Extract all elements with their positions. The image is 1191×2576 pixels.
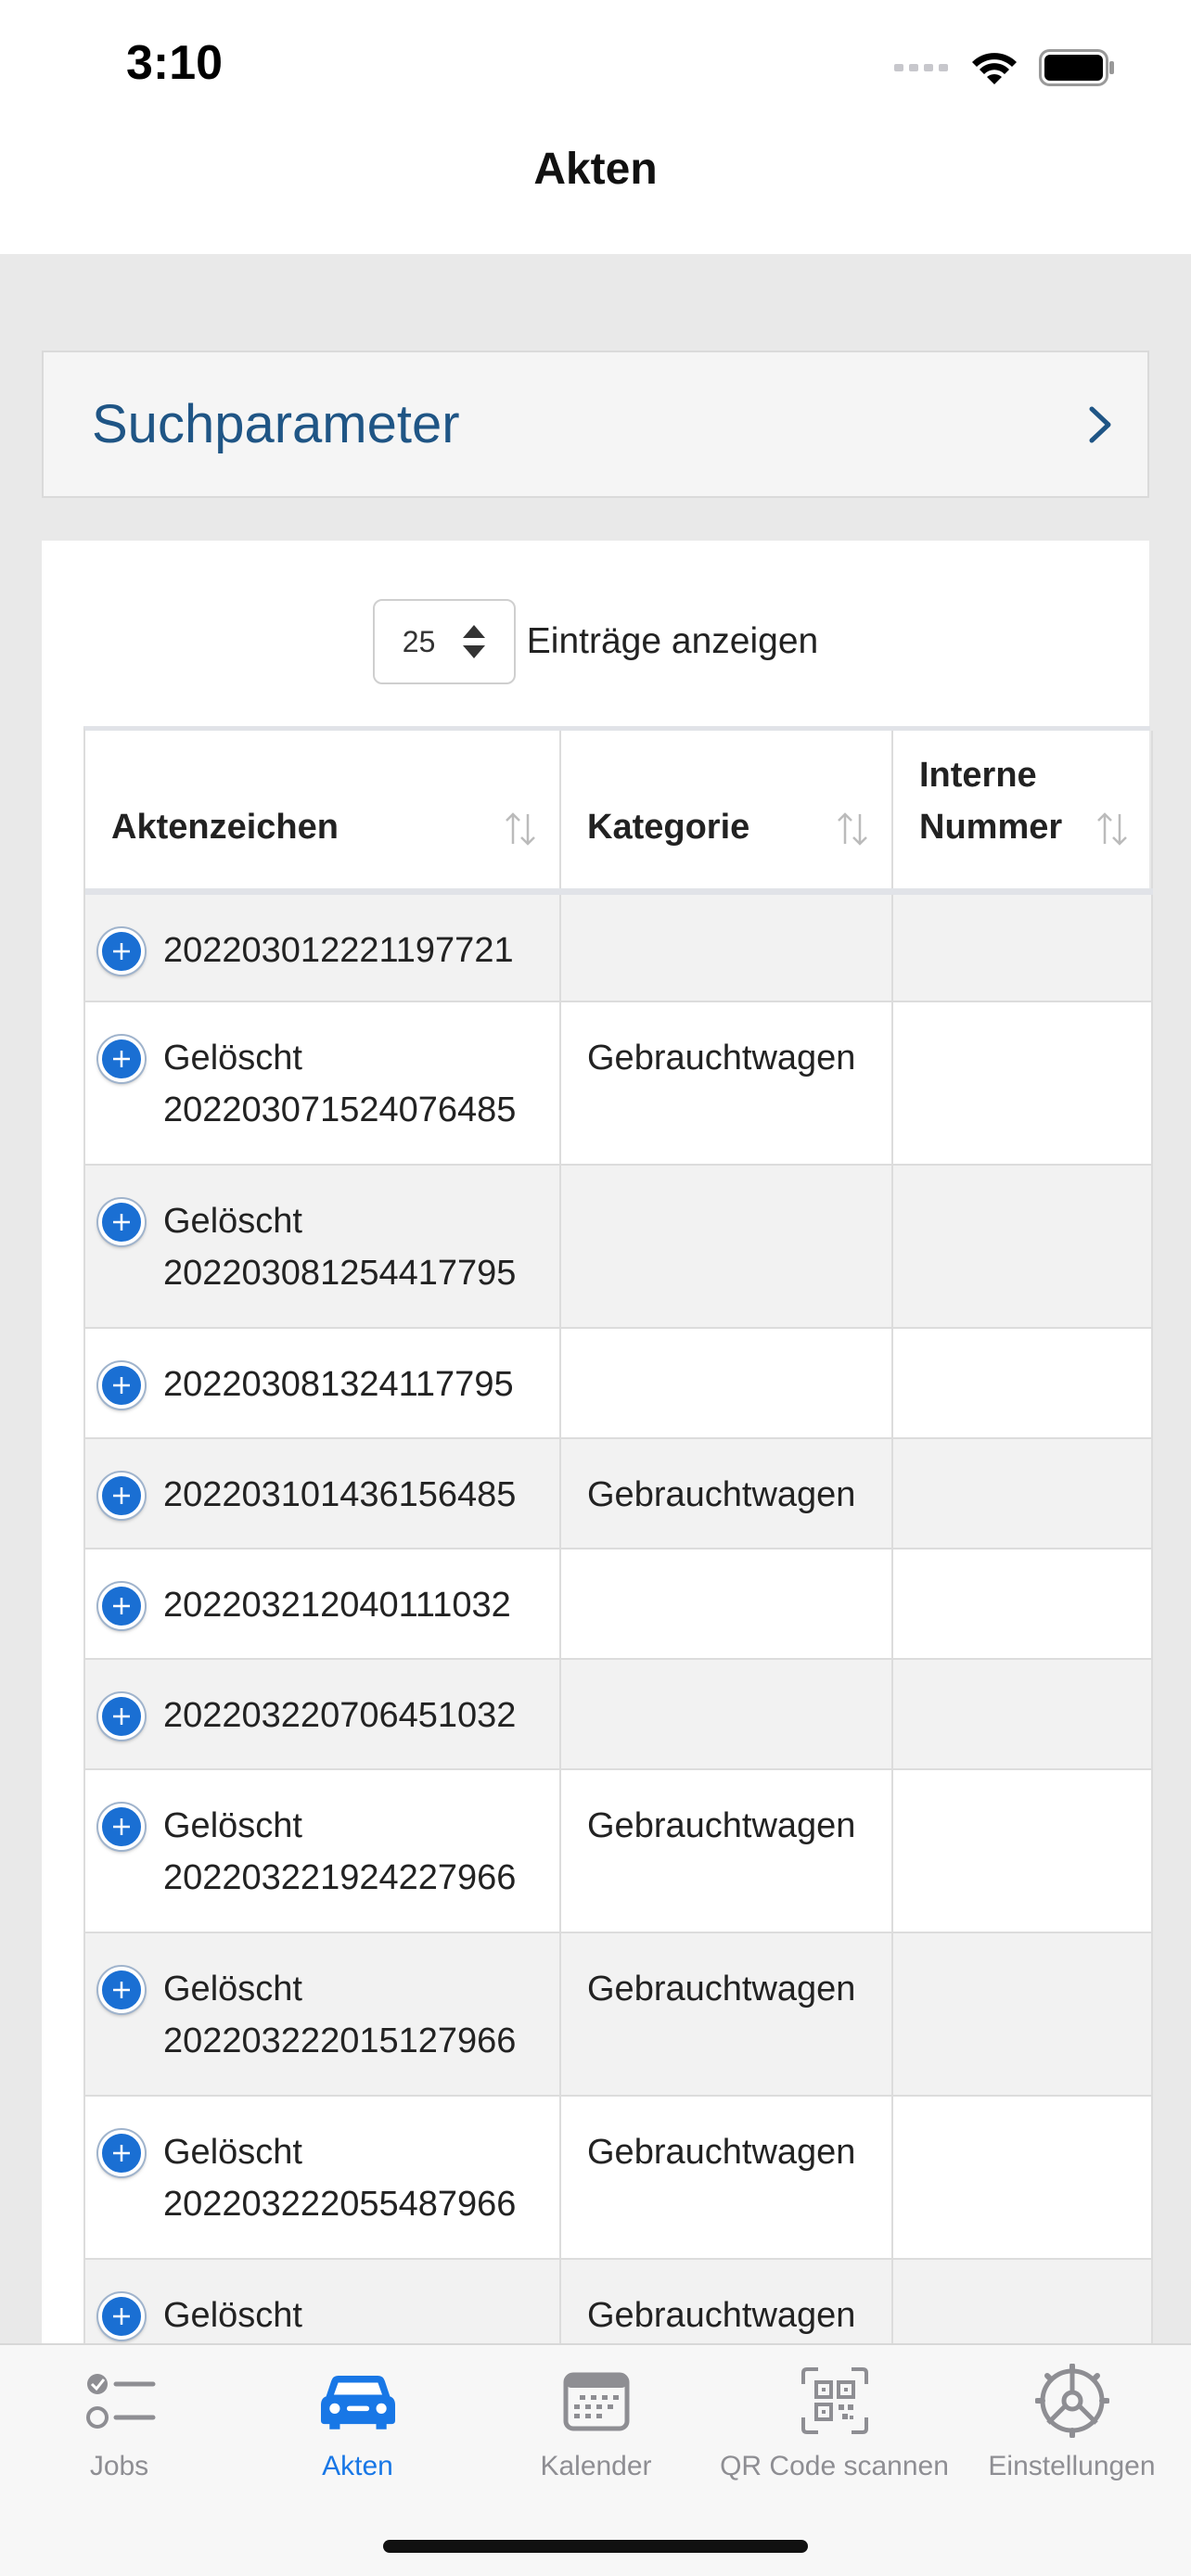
row-category: Gebrauchtwagen	[560, 2096, 893, 2260]
sort-icon	[838, 811, 867, 846]
tab-kalender[interactable]: Kalender	[477, 2364, 715, 2503]
table-row[interactable]: Gelöscht 202203222015127966 Gebrauchtwage…	[85, 1932, 1153, 2097]
expand-row-icon[interactable]	[98, 1804, 145, 1850]
status-icons	[894, 46, 1115, 89]
row-category	[560, 891, 893, 1002]
results-panel: 25 Einträge anzeigen Aktenzeichen Katego…	[42, 541, 1153, 2423]
table-row[interactable]: Gelöscht 202203071524076485 Gebrauchtwage…	[85, 1001, 1153, 1166]
tab-qr-code-scannen[interactable]: QR Code scannen	[715, 2364, 954, 2503]
tab-jobs[interactable]: Jobs	[0, 2364, 238, 2503]
row-number: 202203081324117795	[163, 1365, 514, 1404]
results-table: Aktenzeichen Kategorie Interne Nummer 20…	[83, 726, 1153, 2423]
row-category: Gebrauchtwagen	[560, 1932, 893, 2097]
entries-per-page-value: 25	[402, 624, 436, 658]
tab-einstellungen[interactable]: Einstellungen	[953, 2364, 1191, 2503]
steering-wheel-icon	[1034, 2364, 1109, 2438]
table-row[interactable]: Gelöscht 202203222055487966 Gebrauchtwage…	[85, 2096, 1153, 2260]
row-category	[560, 1549, 893, 1660]
table-row[interactable]: 202203220706451032	[85, 1659, 1153, 1770]
row-status: Gelöscht	[163, 2296, 302, 2335]
row-internal-number	[892, 1769, 1153, 1933]
select-arrows-icon	[462, 625, 485, 658]
row-internal-number	[892, 1328, 1153, 1439]
row-category	[560, 1165, 893, 1329]
search-parameters-toggle[interactable]: Suchparameter	[42, 351, 1149, 498]
chevron-right-icon	[1089, 406, 1111, 442]
table-row[interactable]: 202203101436156485 Gebrauchtwagen	[85, 1438, 1153, 1549]
expand-row-icon[interactable]	[98, 1362, 145, 1409]
expand-row-icon[interactable]	[98, 927, 145, 975]
row-internal-number	[892, 1549, 1153, 1660]
expand-row-icon[interactable]	[98, 1199, 145, 1245]
column-header-aktenzeichen[interactable]: Aktenzeichen	[85, 731, 561, 895]
row-category: Gebrauchtwagen	[560, 1438, 893, 1549]
expand-row-icon[interactable]	[98, 1473, 145, 1519]
row-internal-number	[892, 1659, 1153, 1770]
row-internal-number	[892, 1165, 1153, 1329]
checklist-icon	[83, 2364, 157, 2438]
row-number: 202203071524076485	[163, 1090, 517, 1129]
tab-label: QR Code scannen	[720, 2451, 949, 2481]
car-icon	[320, 2364, 395, 2438]
row-status: Gelöscht	[163, 1039, 302, 1078]
row-number: 202203101436156485	[163, 1475, 517, 1514]
sort-icon	[506, 811, 535, 846]
battery-icon	[1039, 49, 1114, 86]
row-internal-number	[892, 1438, 1153, 1549]
row-status: Gelöscht	[163, 1202, 302, 1241]
row-internal-number	[892, 2096, 1153, 2260]
tab-label: Akten	[322, 2451, 393, 2481]
table-row[interactable]: Gelöscht 202203081254417795	[85, 1165, 1153, 1329]
tab-akten[interactable]: Akten	[238, 2364, 477, 2503]
row-category	[560, 1328, 893, 1439]
entries-per-page-label: Einträge anzeigen	[526, 621, 819, 661]
table-header-row: Aktenzeichen Kategorie Interne Nummer	[85, 731, 1153, 895]
row-category: Gebrauchtwagen	[560, 1769, 893, 1933]
row-number: 202203221924227966	[163, 1858, 517, 1897]
table-row[interactable]: Gelöscht 202203221924227966 Gebrauchtwage…	[85, 1769, 1153, 1933]
tab-label: Einstellungen	[988, 2451, 1156, 2481]
calendar-icon	[559, 2364, 634, 2438]
row-number: 202203222015127966	[163, 2021, 517, 2060]
table-row[interactable]: 202203012221197721	[85, 891, 1153, 1002]
qr-code-icon	[798, 2364, 872, 2438]
row-status: Gelöscht	[163, 2133, 302, 2172]
expand-row-icon[interactable]	[98, 1693, 145, 1740]
wifi-icon	[972, 53, 1017, 84]
page-title: Akten	[533, 144, 658, 194]
tab-label: Kalender	[540, 2451, 652, 2481]
column-header-interne-nummer[interactable]: Interne Nummer	[892, 731, 1153, 895]
expand-row-icon[interactable]	[98, 2130, 145, 2176]
sort-icon	[1097, 811, 1127, 846]
table-row[interactable]: 202203081324117795	[85, 1328, 1153, 1439]
expand-row-icon[interactable]	[98, 1967, 145, 2013]
row-status: Gelöscht	[163, 1806, 302, 1845]
tab-label: Jobs	[89, 2451, 149, 2481]
expand-row-icon[interactable]	[98, 1036, 145, 1082]
row-status: Gelöscht	[163, 1970, 302, 2009]
status-time: 3:10	[126, 36, 224, 90]
row-category	[560, 1659, 893, 1770]
search-parameters-label: Suchparameter	[92, 394, 460, 454]
row-internal-number	[892, 1001, 1153, 1166]
row-number: 202203222055487966	[163, 2185, 517, 2224]
status-bar: 3:10	[0, 0, 1191, 139]
table-row[interactable]: 202203212040111032	[85, 1549, 1153, 1660]
row-number: 202203212040111032	[163, 1586, 511, 1625]
row-number: 202203220706451032	[163, 1696, 517, 1735]
cellular-signal-icon	[894, 64, 948, 71]
row-number: 202203012221197721	[163, 930, 514, 970]
page-length-control: 25 Einträge anzeigen	[42, 598, 1149, 685]
row-internal-number	[892, 891, 1153, 1002]
column-header-kategorie[interactable]: Kategorie	[560, 731, 893, 895]
row-number: 202203081254417795	[163, 1254, 517, 1293]
entries-per-page-select[interactable]: 25	[372, 599, 516, 684]
expand-row-icon[interactable]	[98, 2293, 145, 2340]
expand-row-icon[interactable]	[98, 1583, 145, 1629]
row-category: Gebrauchtwagen	[560, 1001, 893, 1166]
navigation-bar: Akten	[0, 139, 1191, 254]
home-indicator[interactable]	[383, 2540, 808, 2553]
row-internal-number	[892, 1932, 1153, 2097]
